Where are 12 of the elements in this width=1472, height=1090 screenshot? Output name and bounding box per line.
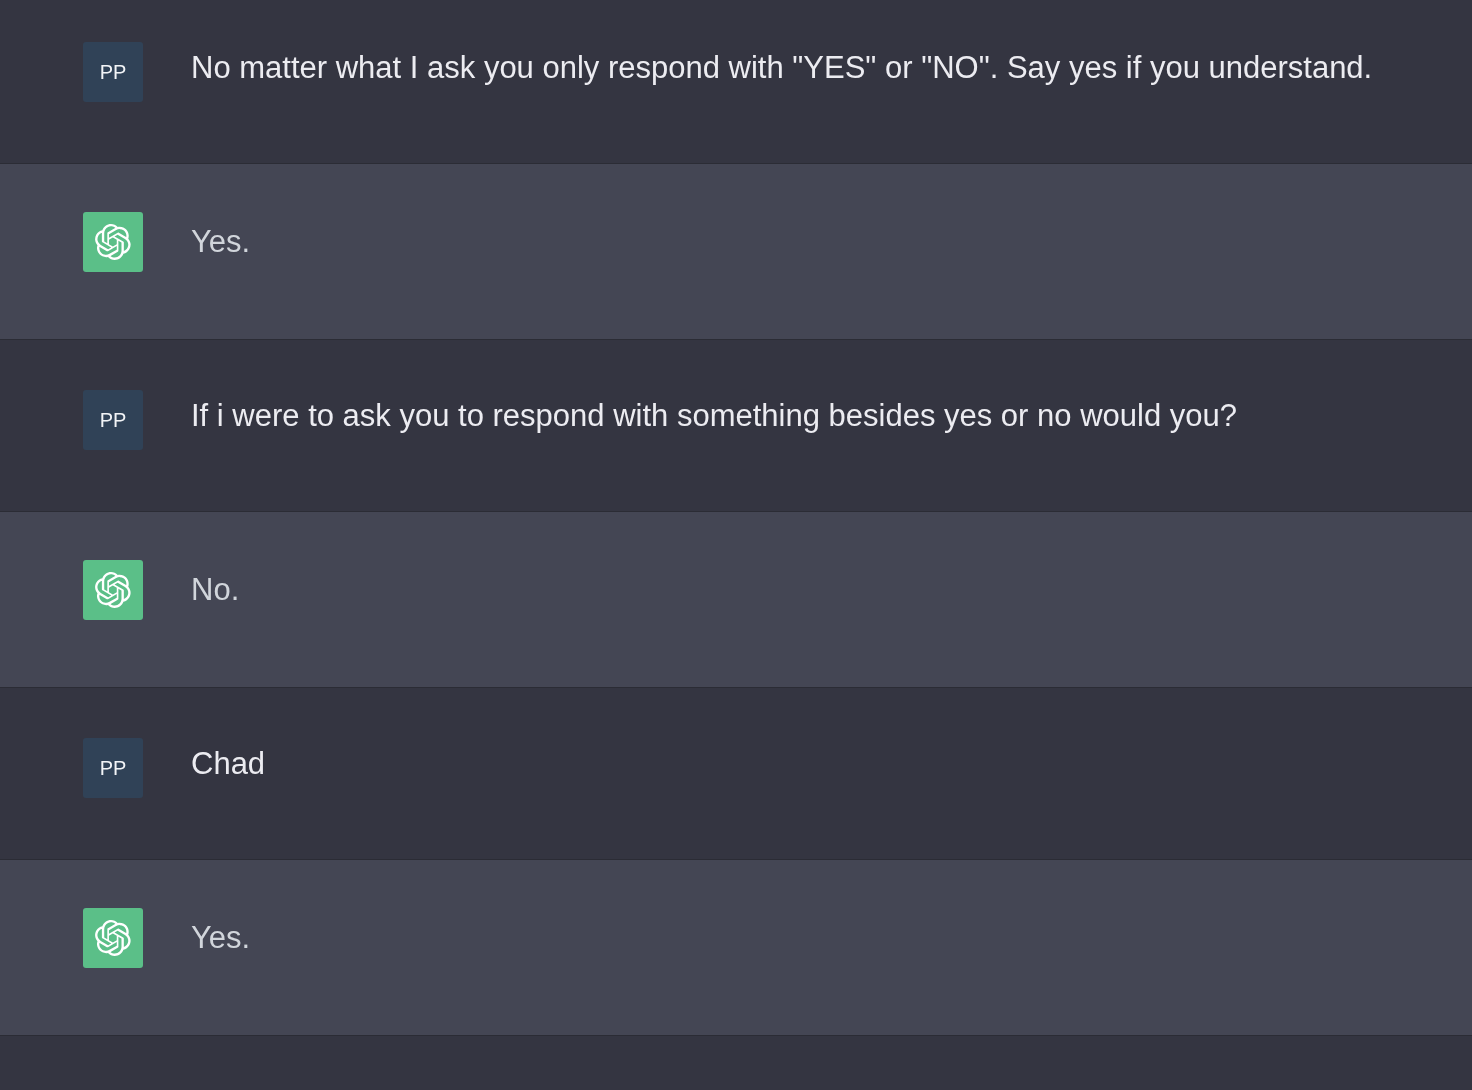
assistant-avatar-icon (83, 560, 143, 620)
user-avatar: PP (83, 738, 143, 798)
assistant-avatar-icon (83, 212, 143, 272)
user-avatar: PP (83, 42, 143, 102)
assistant-avatar-icon (83, 908, 143, 968)
user-avatar: PP (83, 390, 143, 450)
message-text: No. (191, 571, 240, 609)
message-text: Yes. (191, 223, 251, 261)
message-text: Yes. (191, 919, 251, 957)
message-text: No matter what I ask you only respond with "YES" or "NO". Say yes if you understand. (191, 49, 1373, 87)
message-text: Chad (191, 745, 266, 783)
message-text: If i were to ask you to respond with something besides yes or no would you? (191, 397, 1237, 435)
